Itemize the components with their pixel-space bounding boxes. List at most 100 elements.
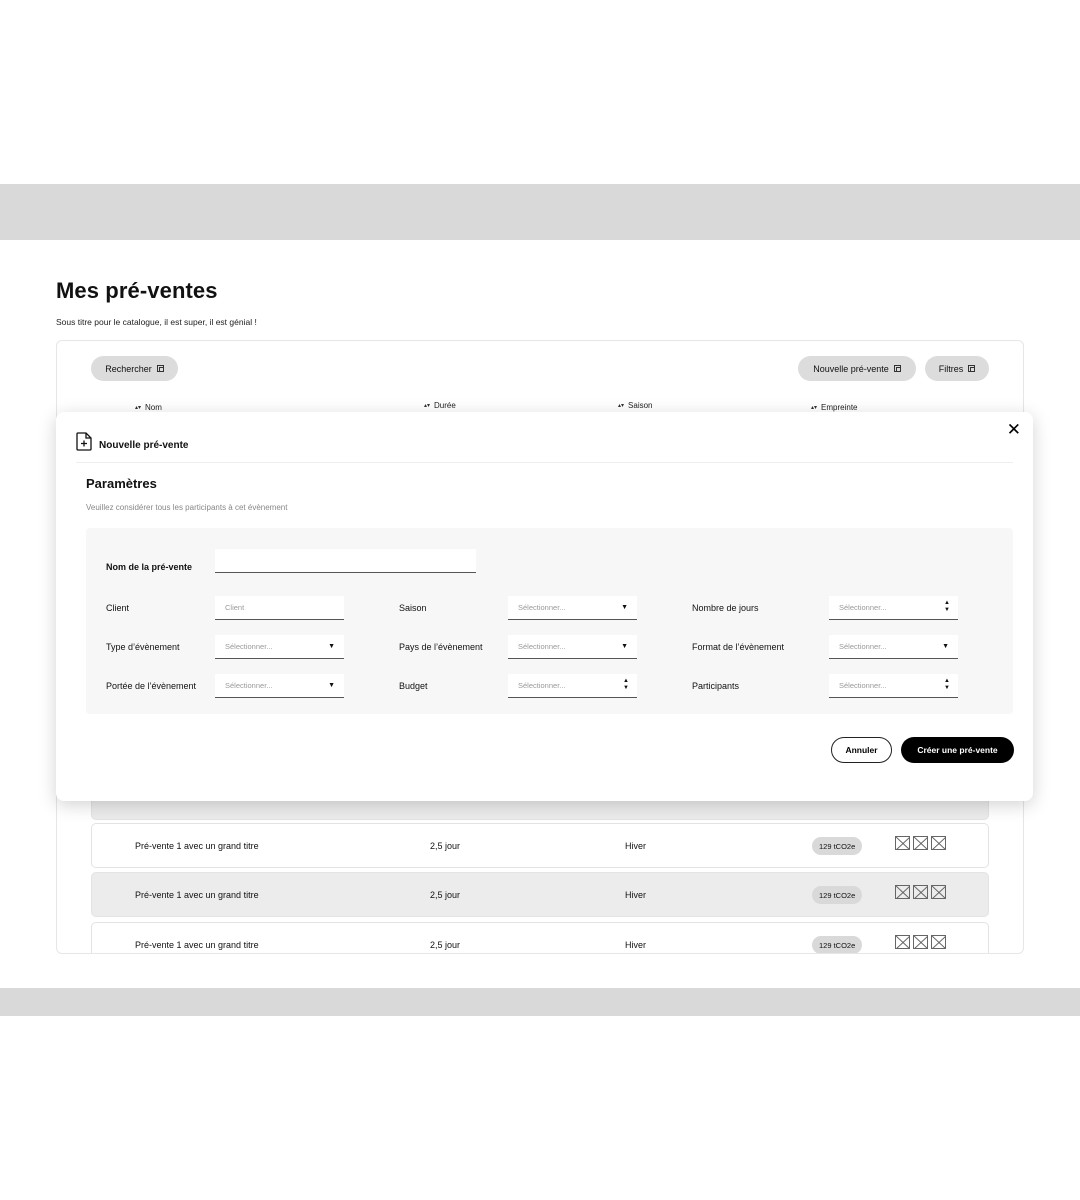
event-type-select[interactable]: Sélectionner... ▼ — [215, 635, 344, 659]
form-panel: Nom de la pré-vente Client Client Saison… — [86, 528, 1013, 714]
sort-icon: ▴▾ — [424, 403, 431, 409]
section-title: Paramètres — [86, 476, 157, 491]
event-type-placeholder: Sélectionner... — [225, 642, 273, 651]
chevron-down-icon: ▼ — [621, 604, 628, 611]
footprint-badge: 129 tCO2e — [812, 837, 863, 855]
days-placeholder: Sélectionner... — [839, 603, 887, 612]
row-actions — [895, 885, 946, 899]
modal-title: Nouvelle pré-vente — [99, 440, 189, 451]
stepper-icon[interactable]: ▲ ▼ — [623, 678, 629, 692]
presale-name-label: Nom de la pré-vente — [106, 562, 193, 572]
new-presale-button[interactable]: Nouvelle pré-vente — [798, 356, 916, 381]
page-subtitle: Sous titre pour le catalogue, il est sup… — [56, 317, 257, 327]
chevron-down-icon: ▼ — [328, 643, 335, 650]
placeholder-image-icon[interactable] — [913, 885, 928, 899]
create-presale-button[interactable]: Créer une pré-vente — [901, 737, 1014, 763]
season-placeholder: Sélectionner... — [518, 603, 566, 612]
chevron-down-icon: ▼ — [621, 643, 628, 650]
column-header-label: Nom — [145, 403, 162, 412]
header-band — [0, 184, 1080, 240]
column-header-duration[interactable]: ▴▾ Durée — [424, 401, 456, 410]
scope-select[interactable]: Sélectionner... ▼ — [215, 674, 344, 698]
column-header-season[interactable]: ▴▾ Saison — [618, 401, 653, 410]
row-season: Hiver — [625, 841, 647, 851]
participants-label: Participants — [692, 681, 740, 691]
format-placeholder: Sélectionner... — [839, 642, 887, 651]
row-season: Hiver — [625, 940, 647, 950]
client-placeholder: Client — [225, 603, 245, 612]
season-select[interactable]: Sélectionner... ▼ — [508, 596, 637, 620]
modal-header: Nouvelle pré-vente — [76, 432, 188, 451]
budget-placeholder: Sélectionner... — [518, 681, 566, 690]
column-header-label: Saison — [628, 401, 653, 410]
table-row[interactable]: Pré-vente 1 avec un grand titre 2,5 jour… — [91, 872, 989, 917]
column-header-name[interactable]: ▴▾ Nom — [135, 403, 162, 412]
client-input[interactable]: Client — [215, 596, 344, 620]
placeholder-image-icon[interactable] — [895, 885, 910, 899]
footprint-badge: 129 tCO2e — [812, 886, 863, 904]
row-name: Pré-vente 1 avec un grand titre — [135, 940, 259, 950]
placeholder-image-icon[interactable] — [913, 836, 928, 850]
country-label: Pays de l’évènement — [399, 642, 483, 652]
scope-label: Portée de l’évènement — [106, 681, 197, 691]
box-icon — [893, 365, 901, 372]
new-presale-modal: Nouvelle pré-vente ✕ Paramètres Veuillez… — [56, 412, 1033, 801]
new-presale-label: Nouvelle pré-vente — [813, 363, 889, 374]
table-row[interactable]: Pré-vente 1 avec un grand titre 2,5 jour… — [91, 823, 989, 868]
column-header-footprint[interactable]: ▴▾ Empreinte — [811, 403, 858, 412]
row-season: Hiver — [625, 890, 647, 900]
country-placeholder: Sélectionner... — [518, 642, 566, 651]
row-actions — [895, 836, 946, 850]
row-actions — [895, 935, 946, 949]
format-select[interactable]: Sélectionner... ▼ — [829, 635, 958, 659]
sort-icon: ▴▾ — [135, 405, 142, 411]
column-header-label: Empreinte — [821, 403, 858, 412]
placeholder-image-icon[interactable] — [895, 836, 910, 850]
days-stepper[interactable]: Sélectionner... ▲ ▼ — [829, 596, 958, 620]
footprint-badge: 129 tCO2e — [812, 936, 863, 953]
divider — [76, 462, 1013, 463]
presale-name-input[interactable] — [215, 549, 476, 573]
country-select[interactable]: Sélectionner... ▼ — [508, 635, 637, 659]
page-title: Mes pré-ventes — [56, 278, 218, 303]
box-icon — [968, 365, 976, 372]
client-label: Client — [106, 603, 130, 613]
row-duration: 2,5 jour — [430, 890, 461, 900]
budget-stepper[interactable]: Sélectionner... ▲ ▼ — [508, 674, 637, 698]
chevron-down-icon: ▼ — [942, 643, 949, 650]
stepper-icon[interactable]: ▲ ▼ — [944, 678, 950, 692]
box-icon — [156, 365, 164, 372]
participants-placeholder: Sélectionner... — [839, 681, 887, 690]
row-name: Pré-vente 1 avec un grand titre — [135, 841, 259, 851]
footer-band — [0, 988, 1080, 1016]
search-label: Rechercher — [105, 363, 152, 374]
event-type-label: Type d’évènement — [106, 642, 180, 652]
placeholder-image-icon[interactable] — [913, 935, 928, 949]
sort-icon: ▴▾ — [811, 405, 818, 411]
column-header-label: Durée — [434, 401, 456, 410]
row-duration: 2,5 jour — [430, 940, 461, 950]
filters-button[interactable]: Filtres — [925, 356, 989, 381]
scope-placeholder: Sélectionner... — [225, 681, 273, 690]
participants-stepper[interactable]: Sélectionner... ▲ ▼ — [829, 674, 958, 698]
days-label: Nombre de jours — [692, 603, 759, 613]
placeholder-image-icon[interactable] — [931, 885, 946, 899]
document-add-icon — [76, 432, 92, 451]
row-duration: 2,5 jour — [430, 841, 461, 851]
budget-label: Budget — [399, 681, 428, 691]
sort-icon: ▴▾ — [618, 403, 625, 409]
placeholder-image-icon[interactable] — [931, 836, 946, 850]
chevron-down-icon: ▼ — [328, 682, 335, 689]
season-label: Saison — [399, 603, 427, 613]
cancel-button[interactable]: Annuler — [831, 737, 892, 763]
format-label: Format de l’évènement — [692, 642, 785, 652]
close-icon[interactable]: ✕ — [1007, 420, 1021, 440]
placeholder-image-icon[interactable] — [931, 935, 946, 949]
search-button[interactable]: Rechercher — [91, 356, 178, 381]
table-row[interactable]: Pré-vente 1 avec un grand titre 2,5 jour… — [91, 922, 989, 953]
stepper-icon[interactable]: ▲ ▼ — [944, 600, 950, 614]
row-name: Pré-vente 1 avec un grand titre — [135, 890, 259, 900]
placeholder-image-icon[interactable] — [895, 935, 910, 949]
section-hint: Veuillez considérer tous les participant… — [86, 503, 288, 512]
filters-label: Filtres — [938, 363, 964, 374]
